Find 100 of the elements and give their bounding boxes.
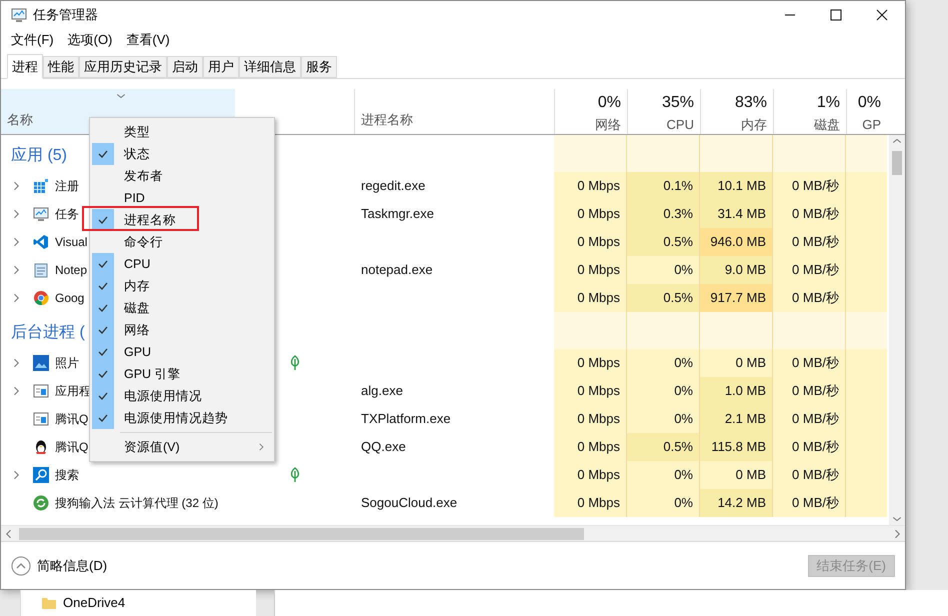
folder-icon: [41, 595, 57, 611]
submenu-option[interactable]: 资源值(V): [90, 436, 274, 458]
process-name: 照片: [55, 355, 79, 372]
menu-option[interactable]: GPU 引擎: [90, 363, 274, 385]
metric-cell: 0 Mbps: [554, 377, 627, 405]
checkmark-icon: [97, 368, 109, 380]
metric-cell: 0 MB/秒: [773, 461, 846, 489]
code-editor-icon: [33, 234, 49, 250]
executable-name: notepad.exe: [361, 261, 433, 280]
process-name: Visual: [55, 234, 88, 251]
tab[interactable]: 性能: [43, 56, 79, 78]
horizontal-scrollbar[interactable]: [1, 525, 905, 541]
menu-option[interactable]: 发布者: [90, 165, 274, 187]
executable-name: alg.exe: [361, 382, 403, 400]
menu-item[interactable]: 查看(V): [126, 30, 170, 50]
metric-cell: 9.0 MB: [700, 256, 773, 284]
tab[interactable]: 进程: [7, 54, 43, 79]
executable-name: SogouCloud.exe: [361, 494, 458, 512]
metric-cell: 31.4 MB: [700, 200, 773, 228]
metric-cell: 0 Mbps: [554, 405, 627, 433]
window-icon: [33, 383, 49, 399]
collapse-circle-icon: [11, 556, 31, 576]
metric-cell: 0 MB/秒: [773, 228, 846, 256]
metric-cell: 0 MB/秒: [773, 256, 846, 284]
leaf-icon: [289, 355, 301, 371]
menu-option[interactable]: 内存: [90, 275, 274, 297]
metric-cell: 0 Mbps: [554, 256, 627, 284]
menu-option[interactable]: 网络: [90, 319, 274, 341]
metric-cell: 0.3%: [627, 200, 700, 228]
column-header[interactable]: 83% 内存: [700, 89, 773, 134]
maximize-icon: [830, 9, 842, 21]
column-header[interactable]: 1% 磁盘: [773, 89, 846, 134]
vertical-scrollbar[interactable]: [889, 135, 905, 525]
metric-cell: 115.8 MB: [700, 433, 773, 461]
menu-item[interactable]: 文件(F): [11, 30, 54, 50]
metric-cell: [846, 172, 887, 200]
group-header: 应用 (5): [11, 146, 67, 166]
checkmark-icon: [97, 280, 109, 292]
metric-cell: 0%: [627, 256, 700, 284]
tab[interactable]: 用户: [203, 56, 239, 78]
column-header[interactable]: 35% CPU: [627, 89, 700, 134]
picture-icon: [33, 355, 49, 371]
search-icon: [33, 467, 49, 483]
tab[interactable]: 应用历史记录: [79, 56, 167, 78]
metric-cell: 0%: [627, 377, 700, 405]
menu-option[interactable]: 磁盘: [90, 297, 274, 319]
metric-cell: 0 MB/秒: [773, 377, 846, 405]
checkmark-icon: [97, 258, 109, 270]
metric-cell: 0 MB: [700, 461, 773, 489]
executable-name: Taskmgr.exe: [361, 205, 434, 224]
details-toggle[interactable]: 简略信息(D): [11, 556, 108, 576]
menu-option[interactable]: 电源使用情况: [90, 385, 274, 407]
metric-cell: 0 Mbps: [554, 349, 627, 377]
process-name: 搜狗输入法 云计算代理 (32 位): [55, 495, 218, 512]
grid-cube-icon: [33, 178, 49, 194]
menu-option[interactable]: GPU: [90, 341, 274, 363]
process-name: 任务: [55, 206, 79, 223]
metric-cell: 0 Mbps: [554, 172, 627, 200]
metric-cell: 1.0 MB: [700, 377, 773, 405]
tab[interactable]: 详细信息: [239, 56, 301, 78]
metric-cell: 0%: [627, 461, 700, 489]
scroll-thumb[interactable]: [892, 151, 902, 175]
group-header: 后台进程 (: [11, 322, 85, 343]
refresh-badge-icon: [33, 495, 49, 511]
metric-cell: 0.5%: [627, 433, 700, 461]
metric-cell: 0 Mbps: [554, 433, 627, 461]
menu-option[interactable]: CPU: [90, 253, 274, 275]
metric-cell: [846, 349, 887, 377]
metric-cell: 0%: [627, 405, 700, 433]
metric-cell: 0 MB: [700, 349, 773, 377]
scroll-thumb[interactable]: [19, 528, 584, 540]
metric-cell: 917.7 MB: [700, 284, 773, 312]
column-header[interactable]: 进程名称: [355, 89, 554, 134]
metric-cell: 0 MB/秒: [773, 433, 846, 461]
menu-option[interactable]: 状态: [90, 143, 274, 165]
column-header[interactable]: 0% 网络: [554, 89, 627, 134]
process-name: Notep: [55, 262, 88, 279]
leaf-icon: [289, 467, 301, 483]
metric-cell: 0 MB/秒: [773, 284, 846, 312]
metric-cell: [846, 312, 887, 349]
metric-cell: 0 MB/秒: [773, 349, 846, 377]
process-name: 搜索: [55, 467, 79, 484]
close-icon: [876, 9, 888, 21]
tab[interactable]: 服务: [301, 56, 337, 78]
menu-option[interactable]: PID: [90, 187, 274, 209]
monitor-icon: [11, 7, 27, 23]
metric-cell: 14.2 MB: [700, 489, 773, 517]
metric-cell: 0 MB/秒: [773, 200, 846, 228]
menu-option[interactable]: 电源使用情况趋势: [90, 407, 274, 429]
metric-cell: [846, 284, 887, 312]
metric-cell: 0%: [627, 349, 700, 377]
menu-option[interactable]: 命令行: [90, 231, 274, 253]
process-name: 腾讯Q: [55, 439, 88, 456]
metric-cell: 0 Mbps: [554, 489, 627, 517]
metric-cell: 0%: [627, 489, 700, 517]
notepad-icon: [33, 262, 49, 278]
menu-item[interactable]: 选项(O): [68, 30, 112, 50]
column-header[interactable]: 0% GP: [846, 89, 887, 134]
executable-name: QQ.exe: [361, 438, 406, 456]
tab[interactable]: 启动: [167, 56, 203, 78]
